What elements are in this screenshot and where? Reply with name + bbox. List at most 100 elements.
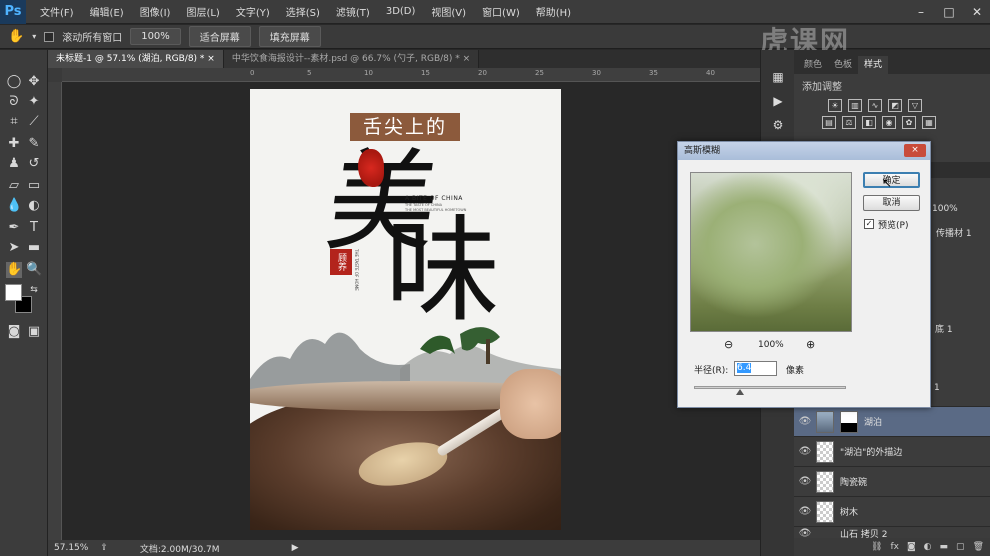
vibrance-icon[interactable]: ▽: [908, 99, 922, 112]
menu-filter[interactable]: 滤镜(T): [328, 4, 378, 19]
tab-styles[interactable]: 样式: [858, 56, 889, 74]
tab-untitled[interactable]: 未标题-1 @ 57.1% (湖泊, RGB/8) * ×: [48, 50, 224, 68]
healing-brush-icon[interactable]: ✚: [6, 136, 22, 152]
properties-panel-icon[interactable]: ⚙: [770, 118, 786, 134]
radius-slider[interactable]: [694, 386, 846, 389]
menu-3d[interactable]: 3D(D): [378, 6, 424, 17]
blur-preview[interactable]: [690, 172, 852, 332]
eye-icon[interactable]: 👁: [794, 446, 816, 457]
layer-row[interactable]: 👁 陶瓷碗: [794, 466, 990, 496]
hand-icon[interactable]: ✋: [6, 262, 22, 278]
fit-screen-button[interactable]: 适合屏幕: [188, 26, 251, 47]
quick-mask-icon[interactable]: ◙: [6, 324, 22, 340]
zoom-100-button[interactable]: 100%: [130, 28, 181, 45]
pen-icon[interactable]: ✒: [6, 220, 22, 236]
curves-icon[interactable]: ∿: [868, 99, 882, 112]
zoom-in-icon[interactable]: ⊕: [806, 338, 815, 351]
radius-input[interactable]: 6.4: [734, 361, 777, 376]
marquee-icon[interactable]: ◯: [6, 74, 22, 90]
ruler-tick-label: 20: [478, 69, 487, 77]
levels-icon[interactable]: ▥: [848, 99, 862, 112]
status-doc-size: 文档:2.00M/30.7M: [139, 544, 220, 555]
layer-row[interactable]: 👁 湖泊: [794, 406, 990, 436]
cancel-button[interactable]: 取消: [863, 195, 920, 211]
menu-help[interactable]: 帮助(H): [528, 4, 579, 19]
adjustment-layer-icon[interactable]: ◐: [924, 542, 932, 552]
move-icon[interactable]: ✥: [26, 74, 42, 90]
exposure-icon[interactable]: ◩: [888, 99, 902, 112]
eraser-icon[interactable]: ▱: [6, 178, 22, 194]
brightness-icon[interactable]: ☀: [828, 99, 842, 112]
menu-select[interactable]: 选择(S): [278, 4, 328, 19]
lasso-icon[interactable]: ᘐ: [6, 94, 22, 110]
history-brush-icon[interactable]: ↺: [26, 156, 42, 172]
close-icon[interactable]: ✕: [968, 4, 986, 20]
layer-partial-label: 传播材 1: [936, 229, 972, 239]
history-panel-icon[interactable]: ▦: [770, 70, 786, 86]
tab-label: 未标题-1 @ 57.1% (湖泊, RGB/8) *: [56, 54, 205, 64]
menu-file[interactable]: 文件(F): [32, 4, 82, 19]
blur-icon[interactable]: 💧: [6, 198, 22, 214]
swap-colors-icon[interactable]: ⇆: [26, 282, 42, 298]
scroll-all-windows-checkbox[interactable]: [44, 31, 55, 42]
hand-illustration: [500, 369, 561, 439]
clone-stamp-icon[interactable]: ♟: [6, 156, 22, 172]
eye-icon[interactable]: 👁: [794, 476, 816, 487]
black-white-icon[interactable]: ◧: [862, 116, 876, 129]
photo-filter-icon[interactable]: ◉: [882, 116, 896, 129]
trash-icon[interactable]: 🗑: [973, 542, 984, 552]
screen-mode-icon[interactable]: ▣: [26, 324, 42, 340]
color-lookup-icon[interactable]: ▦: [922, 116, 936, 129]
eye-icon[interactable]: 👁: [794, 416, 816, 427]
link-icon[interactable]: ⛓: [871, 542, 882, 552]
magic-wand-icon[interactable]: ✦: [26, 94, 42, 110]
window-controls: – □ ✕: [912, 0, 986, 24]
preview-checkbox[interactable]: ✓: [864, 219, 874, 229]
channel-mixer-icon[interactable]: ✿: [902, 116, 916, 129]
minimize-icon[interactable]: –: [912, 4, 930, 20]
menu-window[interactable]: 窗口(W): [474, 4, 528, 19]
tab-swatches[interactable]: 色板: [828, 56, 858, 74]
share-icon[interactable]: ⇪: [100, 543, 108, 553]
menu-layer[interactable]: 图层(L): [178, 4, 227, 19]
new-layer-icon[interactable]: ▢: [956, 542, 965, 552]
opacity-value[interactable]: 100%: [932, 204, 958, 214]
menu-edit[interactable]: 编辑(E): [82, 4, 132, 19]
poster-document[interactable]: 舌尖上的 美 味 A BITE OF CHINA THE TASTE OF CH…: [250, 89, 561, 530]
chevron-down-icon[interactable]: ▾: [32, 32, 36, 41]
fill-screen-button[interactable]: 填充屏幕: [258, 26, 321, 47]
zoom-out-icon[interactable]: ⊖: [724, 338, 733, 351]
rectangle-icon[interactable]: ▬: [26, 240, 42, 256]
layer-row[interactable]: 👁 "湖泊"的外描边: [794, 436, 990, 466]
ruler-tick-label: 0: [250, 69, 255, 77]
tab-material[interactable]: 中华饮食海报设计--素材.psd @ 66.7% (勺子, RGB/8) * ×: [223, 50, 480, 68]
type-icon[interactable]: T: [26, 220, 42, 236]
eye-icon[interactable]: 👁: [794, 506, 816, 517]
dodge-icon[interactable]: ◐: [26, 198, 42, 214]
close-icon[interactable]: ×: [207, 54, 215, 64]
folder-icon[interactable]: ▬: [940, 542, 949, 552]
layer-row[interactable]: 👁 树木: [794, 496, 990, 526]
radius-slider-thumb[interactable]: [736, 389, 744, 395]
color-balance-icon[interactable]: ⚖: [842, 116, 856, 129]
path-selection-icon[interactable]: ➤: [6, 240, 22, 256]
menu-view[interactable]: 视图(V): [423, 4, 474, 19]
hue-saturation-icon[interactable]: ▤: [822, 116, 836, 129]
eyedropper-icon[interactable]: ⟋: [26, 114, 42, 130]
menu-image[interactable]: 图像(I): [132, 4, 179, 19]
status-zoom[interactable]: 57.15%: [54, 543, 88, 553]
fx-icon[interactable]: fx: [890, 542, 899, 552]
crop-icon[interactable]: ⌗: [6, 114, 22, 130]
menu-type[interactable]: 文字(Y): [228, 4, 278, 19]
brush-icon[interactable]: ✎: [26, 136, 42, 152]
close-icon[interactable]: ×: [904, 144, 926, 157]
close-icon[interactable]: ×: [463, 54, 471, 64]
gradient-icon[interactable]: ▭: [26, 178, 42, 194]
mask-icon[interactable]: ◙: [907, 542, 916, 552]
tab-color[interactable]: 颜色: [798, 56, 828, 74]
zoom-icon[interactable]: 🔍: [26, 262, 42, 278]
status-arrow-icon[interactable]: ▶: [292, 543, 299, 553]
actions-panel-icon[interactable]: ▶: [770, 94, 786, 110]
foreground-color-swatch[interactable]: [5, 284, 22, 301]
maximize-icon[interactable]: □: [940, 4, 958, 20]
